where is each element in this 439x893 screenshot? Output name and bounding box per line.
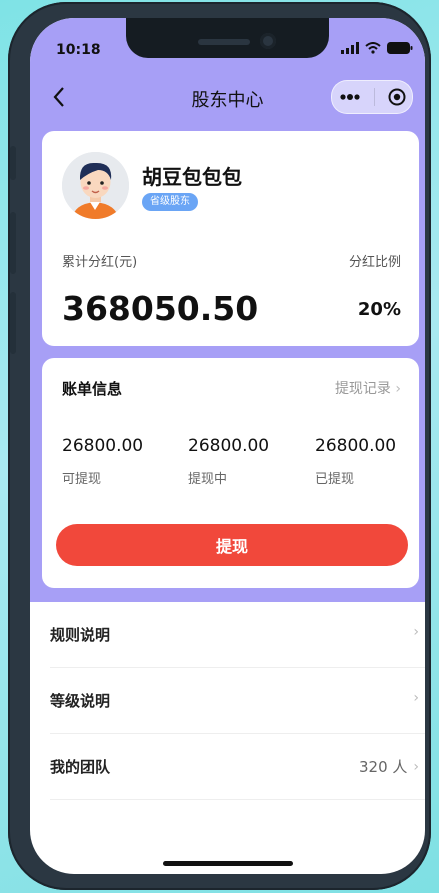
volume-up-button — [10, 212, 16, 274]
settings-list: 规则说明 › 等级说明 › 我的团队 320 人 › — [30, 602, 425, 800]
bill-title: 账单信息 — [62, 380, 123, 398]
chevron-right-icon: › — [395, 381, 401, 397]
cumulative-dividend-value: 368050.50 — [62, 289, 259, 328]
more-dots-icon[interactable] — [339, 93, 361, 101]
pending-amount: 26800.00 — [188, 436, 270, 456]
notch — [126, 18, 329, 58]
volume-down-button — [10, 292, 16, 354]
phone-frame: 10:18 股东中心 胡豆包包包 省级股东 累计分红(元) 分红比例 36805… — [8, 2, 431, 890]
available-amount: 26800.00 — [62, 436, 144, 456]
user-name: 胡豆包包包 — [142, 165, 242, 189]
levels-label: 等级说明 — [50, 692, 111, 710]
pending-label: 提现中 — [188, 472, 228, 487]
target-circle-icon[interactable] — [388, 88, 406, 106]
team-label: 我的团队 — [50, 758, 111, 776]
avatar — [62, 152, 129, 219]
dividend-ratio-value: 20% — [357, 299, 401, 320]
dividend-ratio-label: 分红比例 — [348, 255, 401, 270]
level-badge: 省级股东 — [142, 193, 198, 211]
status-time: 10:18 — [56, 42, 101, 58]
mini-program-capsule — [331, 80, 413, 114]
profile-card: 胡豆包包包 省级股东 累计分红(元) 分红比例 368050.50 20% — [42, 131, 419, 346]
cumulative-dividend-label: 累计分红(元) — [62, 255, 138, 270]
withdraw-records-label: 提现记录 — [334, 381, 391, 397]
mute-switch — [10, 146, 16, 180]
withdraw-records-link[interactable]: 提现记录 › — [335, 378, 401, 398]
withdraw-button[interactable]: 提现 — [56, 524, 408, 566]
battery-icon — [387, 42, 413, 54]
withdrawn-label: 已提现 — [315, 472, 355, 487]
chevron-right-icon: › — [413, 624, 419, 640]
chevron-right-icon: › — [413, 758, 419, 775]
rules-label: 规则说明 — [50, 626, 111, 644]
team-count: 320 人 — [358, 758, 408, 776]
chevron-right-icon: › — [413, 690, 419, 706]
signal-icon — [341, 42, 359, 54]
nav-bar: 股东中心 — [30, 80, 425, 116]
camera — [260, 33, 276, 49]
home-indicator — [163, 861, 293, 866]
list-item-rules[interactable]: 规则说明 › — [50, 602, 425, 668]
phone-screen: 10:18 股东中心 胡豆包包包 省级股东 累计分红(元) 分红比例 36805… — [30, 18, 425, 874]
withdrawn-amount: 26800.00 — [315, 436, 397, 456]
list-item-levels[interactable]: 等级说明 › — [50, 668, 425, 734]
bill-card: 账单信息 提现记录 › 26800.00 可提现 26800.00 提现中 26… — [42, 358, 419, 588]
speaker — [198, 39, 250, 45]
status-icons — [341, 42, 413, 54]
wifi-icon — [365, 42, 381, 54]
available-label: 可提现 — [62, 472, 102, 487]
list-item-team[interactable]: 我的团队 320 人 › — [50, 734, 425, 800]
capsule-divider — [373, 88, 375, 106]
